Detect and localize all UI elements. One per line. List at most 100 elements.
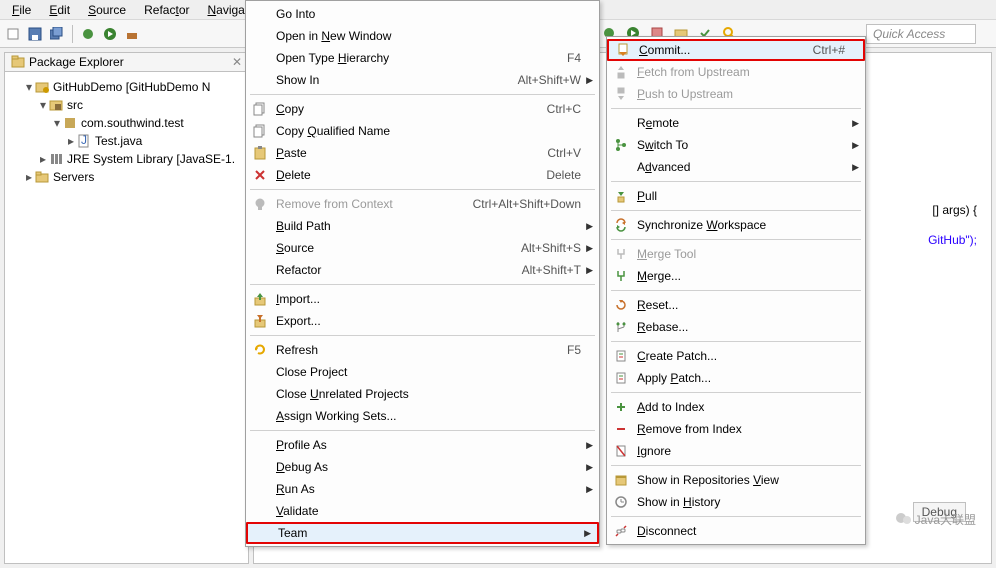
menu-item-accelerator: Ctrl+V (547, 146, 581, 160)
ctx-main-item-open-in-new-window[interactable]: Open in New Window (246, 25, 599, 47)
view-close-icon[interactable]: ✕ (232, 55, 242, 69)
tree-package[interactable]: ▾com.southwind.test (9, 114, 244, 132)
submenu-arrow-icon: ▶ (586, 75, 593, 86)
ctx-team-item-merge[interactable]: Merge... (607, 265, 865, 287)
ctx-team-separator (611, 108, 861, 109)
tree-jre[interactable]: ▸JRE System Library [JavaSE-1. (9, 150, 244, 168)
ctx-team-item-apply-patch[interactable]: Apply Patch... (607, 367, 865, 389)
ctx-team-item-switch-to[interactable]: Switch To▶ (607, 134, 865, 156)
menu-item-label: Go Into (276, 7, 581, 21)
ctx-main-item-source[interactable]: SourceAlt+Shift+S▶ (246, 237, 599, 259)
menu-item-label: Assign Working Sets... (276, 409, 581, 423)
ctx-main-item-import[interactable]: Import... (246, 288, 599, 310)
menu-item-label: Run As (276, 482, 581, 496)
menu-item-accelerator: Alt+Shift+T (522, 263, 581, 277)
blank-icon (250, 50, 270, 66)
ctx-team-item-show-in-history[interactable]: Show in History (607, 491, 865, 513)
menu-source[interactable]: Source (80, 2, 134, 17)
menu-item-label: Paste (276, 146, 519, 160)
ctx-main-item-refresh[interactable]: Refresh F5 (246, 339, 599, 361)
ctx-main-item-delete[interactable]: DeleteDelete (246, 164, 599, 186)
menu-item-accelerator: Ctrl+# (813, 43, 845, 57)
ctx-team-item-synchronize-workspace[interactable]: Synchronize Workspace (607, 214, 865, 236)
ctx-team-item-rebase[interactable]: Rebase... (607, 316, 865, 338)
submenu-arrow-icon: ▶ (586, 265, 593, 276)
submenu-arrow-icon: ▶ (852, 162, 859, 173)
ctx-team-item-advanced[interactable]: Advanced ▶ (607, 156, 865, 178)
ctx-main-item-debug-as[interactable]: Debug As▶ (246, 456, 599, 478)
ctx-main-item-close-project[interactable]: Close Project (246, 361, 599, 383)
ctx-team-item-remove-from-index[interactable]: Remove from Index (607, 418, 865, 440)
ctx-team-item-commit[interactable]: Commit...Ctrl+# (607, 39, 865, 61)
ctx-team-item-show-in-repositories-view[interactable]: Show in Repositories View (607, 469, 865, 491)
add-icon (611, 399, 631, 415)
ctx-main-item-copy-qualified-name[interactable]: Copy Qualified Name (246, 120, 599, 142)
menu-item-accelerator: Ctrl+C (547, 102, 581, 116)
menu-item-label: Remote (637, 116, 847, 130)
ctx-main-item-team[interactable]: Team▶ (246, 522, 599, 544)
ctx-team-separator (611, 341, 861, 342)
ctx-main-item-show-in[interactable]: Show InAlt+Shift+W▶ (246, 69, 599, 91)
package-explorer-tab[interactable]: Package Explorer ✕ (5, 53, 248, 72)
paste-icon (250, 145, 270, 161)
menu-item-label: Show in Repositories View (637, 473, 847, 487)
blank-icon (250, 408, 270, 424)
ctx-team-separator (611, 290, 861, 291)
tree-project[interactable]: ▾GitHubDemo [GitHubDemo N (9, 78, 244, 96)
package-explorer-title: Package Explorer (29, 55, 228, 69)
ctx-team-item-pull[interactable]: Pull (607, 185, 865, 207)
quick-access-field[interactable]: Quick Access (866, 24, 976, 44)
bulb-icon (250, 196, 270, 212)
submenu-arrow-icon: ▶ (586, 221, 593, 232)
menu-file[interactable]: File (4, 2, 39, 17)
ctx-team-item-reset[interactable]: Reset... (607, 294, 865, 316)
menu-refactor[interactable]: Refactor (136, 2, 197, 17)
ctx-main-item-build-path[interactable]: Build Path▶ (246, 215, 599, 237)
ctx-team-item-push-to-upstream: Push to Upstream (607, 83, 865, 105)
java-file-icon: J (77, 134, 91, 148)
ctx-main-item-close-unrelated-projects[interactable]: Close Unrelated Projects (246, 383, 599, 405)
ctx-main-item-validate[interactable]: Validate (246, 500, 599, 522)
ctx-main-item-copy[interactable]: CopyCtrl+C (246, 98, 599, 120)
menu-edit[interactable]: Edit (41, 2, 78, 17)
save-icon[interactable] (26, 25, 44, 43)
project-tree: ▾GitHubDemo [GitHubDemo N ▾src ▾com.sout… (5, 72, 248, 190)
ctx-main-item-open-type-hierarchy[interactable]: Open Type HierarchyF4 (246, 47, 599, 69)
run-icon[interactable] (101, 25, 119, 43)
project-icon (35, 80, 49, 94)
ctx-main-item-go-into[interactable]: Go Into (246, 3, 599, 25)
ctx-team-item-remote[interactable]: Remote▶ (607, 112, 865, 134)
menu-item-label: Advanced (637, 160, 847, 174)
menu-item-label: Switch To (637, 138, 847, 152)
menu-item-label: Copy Qualified Name (276, 124, 581, 138)
blank-icon (250, 262, 270, 278)
menu-item-label: Pull (637, 189, 847, 203)
branch-icon (611, 137, 631, 153)
ctx-main-item-profile-as[interactable]: Profile As▶ (246, 434, 599, 456)
tree-java-file[interactable]: ▸JTest.java (9, 132, 244, 150)
ctx-team-item-add-to-index[interactable]: Add to Index (607, 396, 865, 418)
menu-item-label: Open in New Window (276, 29, 581, 43)
ctx-main-item-run-as[interactable]: Run As▶ (246, 478, 599, 500)
ctx-team-item-disconnect[interactable]: Disconnect (607, 520, 865, 542)
menu-item-label: Disconnect (637, 524, 847, 538)
menu-item-accelerator: F5 (567, 343, 581, 357)
ctx-team-separator (611, 516, 861, 517)
blank-icon (611, 115, 631, 131)
build-icon[interactable] (123, 25, 141, 43)
ctx-main-item-refactor[interactable]: RefactorAlt+Shift+T▶ (246, 259, 599, 281)
ctx-team-item-create-patch[interactable]: Create Patch... (607, 345, 865, 367)
tree-servers[interactable]: ▸Servers (9, 168, 244, 186)
menu-item-label: Refresh (276, 343, 539, 357)
tree-src[interactable]: ▾src (9, 96, 244, 114)
save-all-icon[interactable] (48, 25, 66, 43)
ctx-main-item-export[interactable]: Export... (246, 310, 599, 332)
context-menu-main: Go Into Open in New Window Open Type Hiera… (245, 0, 600, 547)
ctx-main-item-paste[interactable]: Paste Ctrl+V (246, 142, 599, 164)
new-icon[interactable] (4, 25, 22, 43)
mergetool-icon (611, 246, 631, 262)
ctx-team-item-ignore[interactable]: Ignore (607, 440, 865, 462)
blank-icon (250, 364, 270, 380)
debug-icon[interactable] (79, 25, 97, 43)
ctx-main-item-assign-working-sets[interactable]: Assign Working Sets... (246, 405, 599, 427)
